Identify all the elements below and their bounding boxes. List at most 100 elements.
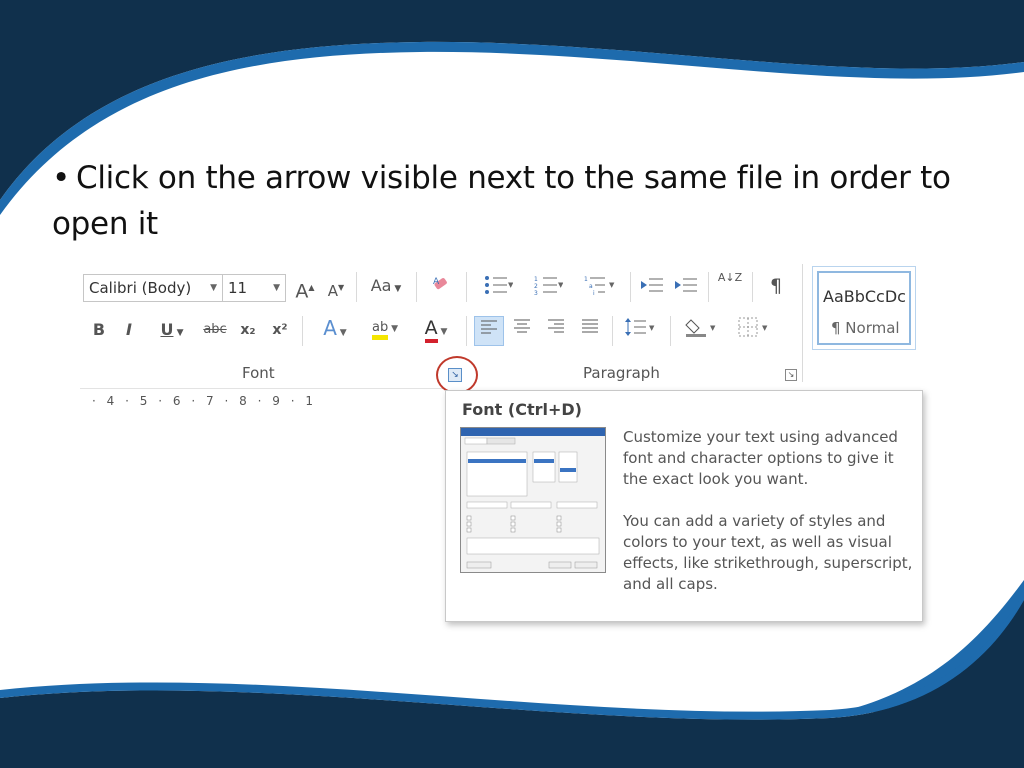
ruler-tick: 4 — [106, 394, 115, 408]
line-spacing-icon: ▼ — [625, 318, 655, 336]
align-left-button[interactable] — [474, 316, 504, 346]
line-spacing-button[interactable]: ▼ — [620, 316, 662, 345]
font-color-button[interactable]: A ▼ — [414, 316, 458, 344]
superscript-label: x² — [272, 322, 288, 338]
divider — [612, 316, 613, 346]
ruler-tick: · — [191, 394, 196, 408]
font-name-combo[interactable]: Calibri (Body) ▼ — [83, 274, 223, 302]
ruler-tick: 7 — [206, 394, 214, 408]
borders-button[interactable]: ▼ — [732, 316, 776, 345]
shrink-font-button[interactable]: A▼ — [324, 276, 348, 303]
font-dialog-thumbnail — [460, 427, 606, 573]
svg-text:a: a — [589, 283, 593, 290]
divider — [670, 316, 671, 346]
tooltip-body: Customize your text using advanced font … — [623, 427, 913, 616]
svg-text:i: i — [593, 290, 595, 296]
svg-text:▼: ▼ — [649, 324, 655, 332]
clear-formatting-button[interactable]: A — [428, 274, 454, 303]
text-effects-button[interactable]: A ▼ — [312, 316, 358, 345]
divider — [752, 272, 753, 302]
pilcrow-icon: ¶ — [769, 275, 783, 297]
font-size-value: 11 — [228, 279, 248, 297]
decrease-indent-icon — [641, 278, 663, 292]
chevron-down-icon: ▼ — [210, 283, 217, 293]
grow-font-button[interactable]: A▲ — [293, 276, 317, 303]
ruler-tick: 8 — [239, 394, 247, 408]
svg-text:▼: ▼ — [508, 281, 513, 289]
paragraph-group-label: Paragraph — [583, 364, 660, 382]
ruler-ticks: · 4 · 5 · 6 · 7 · 8 · 9 · 1 — [92, 394, 313, 408]
increase-indent-icon — [675, 278, 697, 292]
decrease-indent-button[interactable] — [638, 274, 666, 303]
paragraph-dialog-launcher[interactable]: ↘ — [785, 369, 797, 381]
superscript-button[interactable]: x² — [268, 318, 292, 342]
ruler-tick: 1 — [305, 394, 314, 408]
shading-button[interactable]: ▼ — [680, 316, 724, 345]
tooltip-paragraph-1: Customize your text using advanced font … — [623, 428, 898, 488]
italic-button[interactable]: I — [118, 318, 140, 342]
numbering-button[interactable]: 1 2 3 ▼ — [526, 274, 570, 303]
highlight-circle — [436, 356, 478, 394]
font-name-value: Calibri (Body) — [89, 279, 192, 297]
change-case-label: Aa — [370, 276, 392, 295]
divider — [302, 316, 303, 346]
style-name: ¶ Normal — [831, 319, 900, 337]
ruler-tick: · — [125, 394, 129, 408]
multilevel-list-button[interactable]: 1 a i ▼ — [578, 274, 622, 303]
increase-indent-button[interactable] — [672, 274, 700, 303]
group-divider — [802, 264, 803, 382]
multilevel-list-icon: 1ai ▼ — [584, 276, 615, 297]
eraser-icon: A — [433, 277, 447, 290]
svg-text:1: 1 — [584, 276, 588, 283]
bullet-list-icon: ▼ — [485, 276, 514, 294]
svg-text:▼: ▼ — [558, 281, 563, 289]
ruler-tick: · — [257, 394, 262, 408]
style-normal-tile[interactable]: AaBbCcDc ¶ Normal — [817, 271, 911, 345]
sort-icon: A↓Z — [717, 271, 743, 284]
bold-button[interactable]: B — [88, 318, 110, 342]
slide: • Click on the arrow visible next to the … — [0, 0, 1024, 768]
divider — [416, 272, 417, 302]
justify-button[interactable] — [576, 316, 604, 343]
subscript-button[interactable]: x₂ — [236, 318, 260, 342]
divider — [466, 272, 467, 302]
font-size-combo[interactable]: 11 ▼ — [222, 274, 286, 302]
align-right-icon — [548, 319, 564, 333]
borders-icon: ▼ — [738, 317, 768, 337]
underline-label: U — [160, 320, 174, 339]
shrink-font-icon: A — [327, 282, 339, 300]
align-left-icon — [481, 320, 497, 334]
grow-font-icon: A — [295, 280, 309, 303]
svg-text:2: 2 — [534, 283, 538, 290]
bold-label: B — [92, 320, 106, 339]
bullet-point: • Click on the arrow visible next to the … — [52, 155, 982, 247]
ruler-tick: · — [92, 394, 96, 408]
ruler-tick: 9 — [272, 394, 280, 408]
strikethrough-button[interactable]: abc — [198, 318, 232, 342]
svg-text:A: A — [433, 277, 440, 287]
highlight-button[interactable]: ab ▼ — [362, 316, 408, 341]
show-hide-button[interactable]: ¶ — [764, 274, 788, 298]
ruler-tick: · — [158, 394, 163, 408]
align-center-button[interactable] — [508, 316, 536, 343]
highlight-icon: ab — [371, 320, 389, 340]
font-group-label: Font — [242, 364, 275, 382]
bullet-text: Click on the arrow visible next to the s… — [52, 160, 951, 242]
font-tooltip: Font (Ctrl+D) Customize your text using … — [445, 390, 923, 622]
subscript-label: x₂ — [240, 322, 256, 338]
ruler-tick: 6 — [172, 394, 181, 408]
align-center-icon — [514, 319, 530, 333]
style-preview: AaBbCcDc — [823, 287, 906, 306]
ruler-tick: 5 — [139, 394, 148, 408]
style-gallery[interactable]: AaBbCcDc ¶ Normal — [812, 266, 916, 350]
ruler: · 4 · 5 · 6 · 7 · 8 · 9 · 1 — [80, 388, 445, 415]
svg-text:1: 1 — [534, 276, 538, 283]
svg-text:▼: ▼ — [762, 324, 768, 332]
align-right-button[interactable] — [542, 316, 570, 343]
font-dialog-preview-image — [461, 428, 605, 569]
underline-button[interactable]: U ▼ — [150, 318, 194, 345]
change-case-button[interactable]: Aa ▼ — [366, 274, 406, 301]
bullets-button[interactable]: ▼ — [476, 274, 520, 303]
svg-text:3: 3 — [534, 290, 538, 296]
sort-button[interactable]: A↓Z — [716, 272, 744, 284]
